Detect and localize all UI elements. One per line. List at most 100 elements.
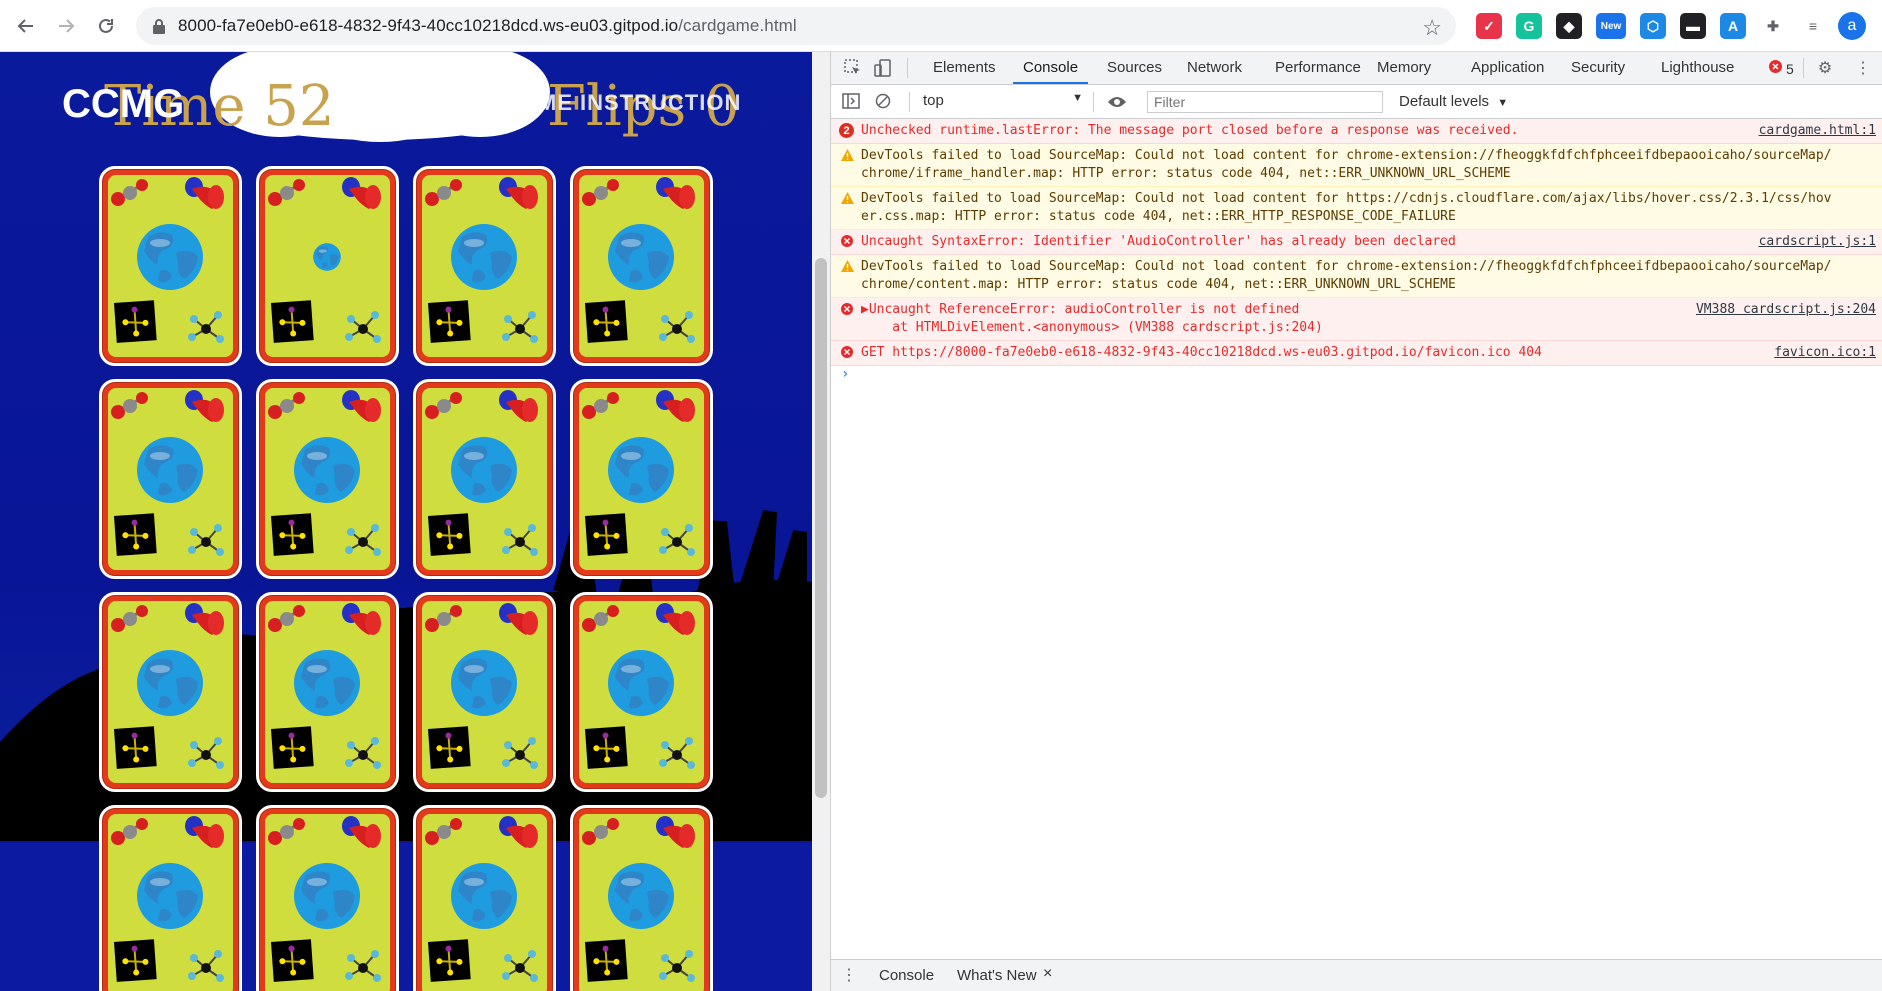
box-icon[interactable]: ◆ xyxy=(1556,13,1582,39)
memory-card[interactable] xyxy=(570,166,713,366)
drawer-close-icon[interactable]: × xyxy=(1043,965,1052,983)
hex-icon[interactable]: ⬡ xyxy=(1640,13,1666,39)
drawer-tab-whats-new[interactable]: What's New xyxy=(957,967,1037,984)
console-error-message[interactable]: Uncaught SyntaxError: Identifier 'AudioC… xyxy=(831,230,1882,255)
tab-sources[interactable]: Sources xyxy=(1107,59,1162,76)
lock-icon[interactable] xyxy=(150,17,168,35)
brand-logo-text[interactable]: CCMG xyxy=(62,82,184,127)
message-text: DevTools failed to load SourceMap: Could… xyxy=(861,191,1832,206)
back-arrow-icon[interactable] xyxy=(12,12,40,40)
memory-card[interactable] xyxy=(256,805,399,991)
console-messages[interactable]: 2 Unchecked runtime.lastError: The messag… xyxy=(831,119,1882,951)
tab-performance[interactable]: Performance xyxy=(1275,59,1361,76)
console-error-message[interactable]: GET https://8000-fa7e0eb0-e618-4832-9f43… xyxy=(831,341,1882,366)
reload-icon[interactable] xyxy=(92,12,120,40)
console-prompt[interactable]: › xyxy=(831,366,1882,388)
memory-card[interactable] xyxy=(99,379,242,579)
memory-card[interactable] xyxy=(413,166,556,366)
bookmark-star-icon[interactable]: ☆ xyxy=(1422,15,1442,41)
message-text-continued: at HTMLDivElement.<anonymous> (VM388 car… xyxy=(861,320,1323,335)
warning-triangle-icon xyxy=(841,192,855,206)
page-scrollbar[interactable] xyxy=(812,52,830,991)
card-grid xyxy=(99,166,713,991)
device-toolbar-icon[interactable] xyxy=(873,58,893,78)
card-back-illustration xyxy=(108,175,233,357)
message-source-link[interactable]: cardgame.html:1 xyxy=(1759,122,1876,140)
more-options-icon[interactable]: ⋮ xyxy=(1853,58,1873,78)
message-text: Uncaught SyntaxError: Identifier 'AudioC… xyxy=(861,234,1456,249)
dropdown-arrow-icon: ▼ xyxy=(1072,92,1083,104)
forward-arrow-icon[interactable] xyxy=(52,12,80,40)
card-back-illustration xyxy=(422,175,547,357)
memory-card[interactable] xyxy=(570,805,713,991)
drawer-tab-console[interactable]: Console xyxy=(879,967,934,984)
menu-fragment-link[interactable]: ME xyxy=(538,90,573,116)
memory-card[interactable] xyxy=(99,166,242,366)
tab-elements[interactable]: Elements xyxy=(933,59,996,76)
url-path: /cardgame.html xyxy=(678,16,797,35)
log-levels-dropdown[interactable]: Default levels ▼ xyxy=(1399,93,1508,110)
memory-card[interactable] xyxy=(413,592,556,792)
grammarly-icon[interactable]: G xyxy=(1516,13,1542,39)
memory-card[interactable] xyxy=(413,379,556,579)
address-bar[interactable]: 8000-fa7e0eb0-e618-4832-9f43-40cc10218dc… xyxy=(136,7,1456,45)
console-toolbar: top ▼ Default levels ▼ xyxy=(831,85,1882,119)
console-warning-message[interactable]: DevTools failed to load SourceMap: Could… xyxy=(831,255,1882,298)
page-scrollbar-thumb[interactable] xyxy=(815,258,827,798)
memory-card[interactable] xyxy=(99,805,242,991)
devtools-panel: Elements Console Sources Network Performance… xyxy=(830,52,1882,991)
card-back-illustration xyxy=(108,388,233,570)
memory-card[interactable] xyxy=(256,592,399,792)
devtools-drawer: ⋮ Console What's New × xyxy=(831,959,1882,991)
context-selector[interactable]: top ▼ xyxy=(923,92,1083,112)
console-filter-input[interactable] xyxy=(1147,91,1383,113)
text-ext-icon[interactable]: A xyxy=(1720,13,1746,39)
card-back-illustration xyxy=(579,601,704,783)
tab-application[interactable]: Application xyxy=(1471,59,1544,76)
message-source-link[interactable]: favicon.ico:1 xyxy=(1774,344,1876,362)
message-text: GET https://8000-fa7e0eb0-e618-4832-9f43… xyxy=(861,345,1542,360)
instruction-link[interactable]: INSTRUCTION xyxy=(580,90,741,116)
memory-card[interactable] xyxy=(413,805,556,991)
memory-card[interactable] xyxy=(256,379,399,579)
console-warning-message[interactable]: DevTools failed to load SourceMap: Could… xyxy=(831,187,1882,230)
inspect-element-icon[interactable] xyxy=(843,58,863,78)
clear-console-icon[interactable] xyxy=(873,91,893,111)
card-back-illustration xyxy=(579,388,704,570)
message-text-continued: chrome/iframe_handler.map: HTTP error: s… xyxy=(861,166,1511,181)
message-source-link[interactable]: cardscript.js:1 xyxy=(1759,233,1876,251)
drawer-menu-icon[interactable]: ⋮ xyxy=(839,965,859,985)
message-text: ▶Uncaught ReferenceError: audioControlle… xyxy=(861,302,1300,317)
memory-card[interactable] xyxy=(99,592,242,792)
tab-security[interactable]: Security xyxy=(1571,59,1625,76)
tab-network[interactable]: Network xyxy=(1187,59,1242,76)
memory-card[interactable] xyxy=(570,592,713,792)
tab-memory[interactable]: Memory xyxy=(1377,59,1431,76)
console-error-message[interactable]: 2 Unchecked runtime.lastError: The messag… xyxy=(831,119,1882,144)
card-back-illustration xyxy=(265,601,390,783)
terminal-icon[interactable]: ▬ xyxy=(1680,13,1706,39)
tab-lighthouse[interactable]: Lighthouse xyxy=(1661,59,1734,76)
live-expression-eye-icon[interactable] xyxy=(1107,92,1127,112)
new-extension-icon[interactable]: New xyxy=(1596,13,1626,39)
tab-console[interactable]: Console xyxy=(1012,59,1089,84)
warning-triangle-icon xyxy=(841,260,855,274)
sidebar-toggle-icon[interactable] xyxy=(841,91,861,111)
profile-avatar[interactable]: a xyxy=(1838,12,1866,40)
error-counter[interactable]: 5 xyxy=(1769,60,1794,77)
card-back-illustration xyxy=(422,388,547,570)
log-levels-label: Default levels xyxy=(1399,93,1490,110)
reading-list-icon[interactable]: ≡ xyxy=(1800,13,1826,39)
settings-gear-icon[interactable]: ⚙ xyxy=(1815,58,1835,78)
card-back-illustration xyxy=(422,814,547,991)
card-back-illustration xyxy=(265,175,390,357)
console-warning-message[interactable]: DevTools failed to load SourceMap: Could… xyxy=(831,144,1882,187)
extensions-puzzle-icon[interactable]: ✚ xyxy=(1760,13,1786,39)
message-source-link[interactable]: VM388 cardscript.js:204 xyxy=(1696,301,1876,319)
toolbar-divider xyxy=(909,92,910,112)
memory-card[interactable] xyxy=(256,166,399,366)
pocket-icon[interactable]: ✓ xyxy=(1476,13,1502,39)
console-error-message[interactable]: ▶Uncaught ReferenceError: audioControlle… xyxy=(831,298,1882,341)
memory-card[interactable] xyxy=(570,379,713,579)
card-back-illustration xyxy=(579,814,704,991)
